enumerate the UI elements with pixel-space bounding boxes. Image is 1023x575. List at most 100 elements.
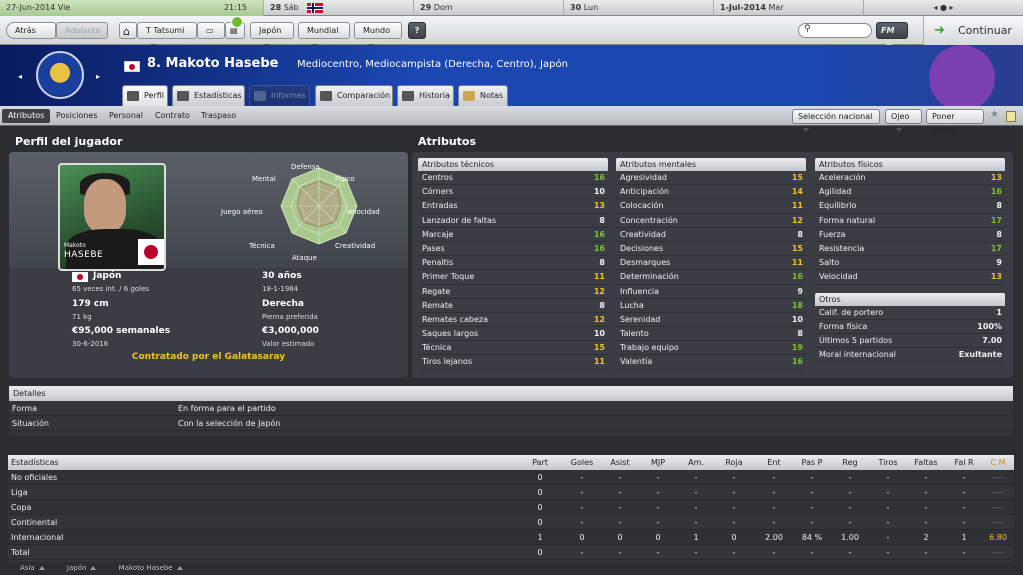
star-icon[interactable]: ★ [990,109,999,120]
back-button[interactable]: Atrás [6,22,56,39]
attribute-row[interactable]: Valentía 16 [616,355,806,370]
attribute-row[interactable]: Tiros lejanos 11 [418,355,608,370]
attribute-row[interactable]: Centros 16 [418,171,608,186]
tab-perfil[interactable]: Perfil [122,85,168,106]
breadcrumb-item[interactable]: Japón [57,564,97,572]
search-input[interactable]: ⚲ [798,23,872,38]
stats-column-header[interactable]: Reg [835,455,865,470]
forward-button[interactable]: Adelante [56,22,108,39]
next-player-icon[interactable]: ▸ [96,72,100,81]
tab-notas[interactable]: Notas [458,85,508,106]
subtab-contrato[interactable]: Contrato [149,109,196,123]
stats-column-header[interactable]: Goles [567,455,597,470]
attribute-row[interactable]: Aceleración 13 [815,171,1005,186]
attribute-row[interactable]: Remate 8 [418,299,608,313]
stats-column-header[interactable]: Roja [719,455,749,470]
subtab-posiciones[interactable]: Posiciones [50,109,104,123]
stats-column-header[interactable]: MJP [643,455,673,470]
attribute-row[interactable]: Últimos 5 partidos 7.00 [815,334,1005,349]
attribute-row[interactable]: Fuerza 8 [815,228,1005,242]
attribute-row[interactable]: Concentración 12 [616,214,806,228]
stats-row[interactable]: No oficiales 0- - - - - - - - - - - ---- [8,470,1014,485]
attribute-row[interactable]: Colocación 11 [616,199,806,214]
stats-column-header[interactable]: C M [983,455,1013,470]
help-button[interactable]: ? [408,22,426,39]
attribute-row[interactable]: Primer Toque 11 [418,270,608,285]
stats-column-header[interactable]: Tiros [873,455,903,470]
attribute-row[interactable]: Remates cabeza 12 [418,313,608,328]
attribute-row[interactable]: Equilibrio 8 [815,199,1005,214]
tab-estadisticas[interactable]: Estadísticas [172,85,245,106]
contract-status[interactable]: Contratado por el Galatasaray [9,352,408,362]
stats-column-header[interactable]: Part [525,455,555,470]
attribute-row[interactable]: Decisiones 15 [616,242,806,257]
stats-row[interactable]: Copa 0- - - - - - - - - - - ---- [8,500,1014,515]
attribute-row[interactable]: Moral internacional Exultante [815,348,1005,363]
nickname-button[interactable]: Poner apodo [926,109,984,134]
stats-row[interactable]: Total 0- - - - - - - - - - - ---- [8,545,1014,560]
calendar-day-28[interactable]: 28 Sáb [263,0,413,16]
fm-menu[interactable]: FM [876,22,908,48]
stats-column-header[interactable]: Fal R [949,455,979,470]
stats-row[interactable]: Continental 0- - - - - - - - - - - ---- [8,515,1014,530]
breadcrumb-item[interactable]: Asia [10,564,45,572]
calendar-dot-icon[interactable]: ● [940,3,947,12]
attribute-row[interactable]: Regate 12 [418,285,608,299]
attribute-row[interactable]: Determinación 16 [616,270,806,285]
stats-column-header[interactable]: Faltas [911,455,941,470]
scout-menu[interactable]: Ojeo [885,109,922,132]
world-menu[interactable]: Mundo [354,22,402,48]
stats-column-header[interactable]: Ent [759,455,789,470]
attribute-row[interactable]: Creatividad 8 [616,228,806,242]
attribute-row[interactable]: Resistencia 17 [815,242,1005,257]
attribute-row[interactable]: Penaltis 8 [418,256,608,271]
calendar-day-1-jul[interactable]: 1-Jul-2014 Mar [713,0,863,16]
tab-comparacion[interactable]: Comparación [315,85,393,106]
competition-menu[interactable]: Mundial [298,22,350,48]
manager-menu[interactable]: T Tatsumi [137,22,197,48]
attribute-row[interactable]: Agresividad 15 [616,171,806,186]
subtab-atributos[interactable]: Atributos [2,109,51,123]
attribute-row[interactable]: Agilidad 16 [815,185,1005,200]
attribute-row[interactable]: Desmarques 11 [616,256,806,271]
attribute-row[interactable]: Trabajo equipo 19 [616,341,806,356]
calendar-day-29[interactable]: 29 Dom [413,0,563,16]
calendar-day-30[interactable]: 30 Lun [563,0,713,16]
attribute-row[interactable]: Marcaje 16 [418,228,608,242]
national-selection-menu[interactable]: Selección nacional [792,109,880,132]
calendar-today[interactable]: 27-Jun-2014 Vie 21:15 [0,0,263,16]
attribute-row[interactable]: Forma natural 17 [815,214,1005,228]
note-icon[interactable] [1006,111,1016,122]
continue-button[interactable]: ➜ Continuar [923,16,1023,45]
attribute-row[interactable]: Calif. de portero 1 [815,306,1005,320]
attribute-row[interactable]: Entradas 13 [418,199,608,214]
attribute-row[interactable]: Anticipación 14 [616,185,806,200]
inbox-button[interactable]: ▭ [197,22,225,39]
prev-player-icon[interactable]: ◂ [18,72,22,81]
stats-column-header[interactable]: Am. [681,455,711,470]
news-button[interactable]: ▤ [225,16,245,39]
calendar-prev-icon[interactable]: ◂ [933,3,937,12]
attribute-row[interactable]: Lanzador de faltas 8 [418,214,608,228]
calendar-next-icon[interactable]: ▸ [950,3,954,12]
attribute-row[interactable]: Técnica 15 [418,341,608,356]
breadcrumb-item[interactable]: Makoto Hasebe [109,564,183,572]
subtab-traspaso[interactable]: Traspaso [195,109,242,123]
tab-informes[interactable]: Informes [249,85,310,106]
attribute-row[interactable]: Serenidad 10 [616,313,806,328]
calendar-nav[interactable]: ◂ ● ▸ [863,0,1023,16]
tab-historia[interactable]: Historia [397,85,454,106]
attribute-row[interactable]: Influencia 9 [616,285,806,299]
nation-menu[interactable]: Japón [250,22,294,48]
home-button[interactable]: ⌂ [119,22,137,39]
attribute-row[interactable]: Salto 9 [815,256,1005,271]
attribute-row[interactable]: Córners 10 [418,185,608,200]
stats-column-header[interactable]: Pas P [797,455,827,470]
attribute-row[interactable]: Pases 16 [418,242,608,257]
attribute-row[interactable]: Talento 8 [616,327,806,342]
attribute-row[interactable]: Forma física 100% [815,320,1005,334]
attribute-row[interactable]: Velocidad 13 [815,270,1005,285]
stats-column-header[interactable]: Asist [605,455,635,470]
subtab-personal[interactable]: Personal [103,109,149,123]
attribute-row[interactable]: Saques largos 10 [418,327,608,342]
